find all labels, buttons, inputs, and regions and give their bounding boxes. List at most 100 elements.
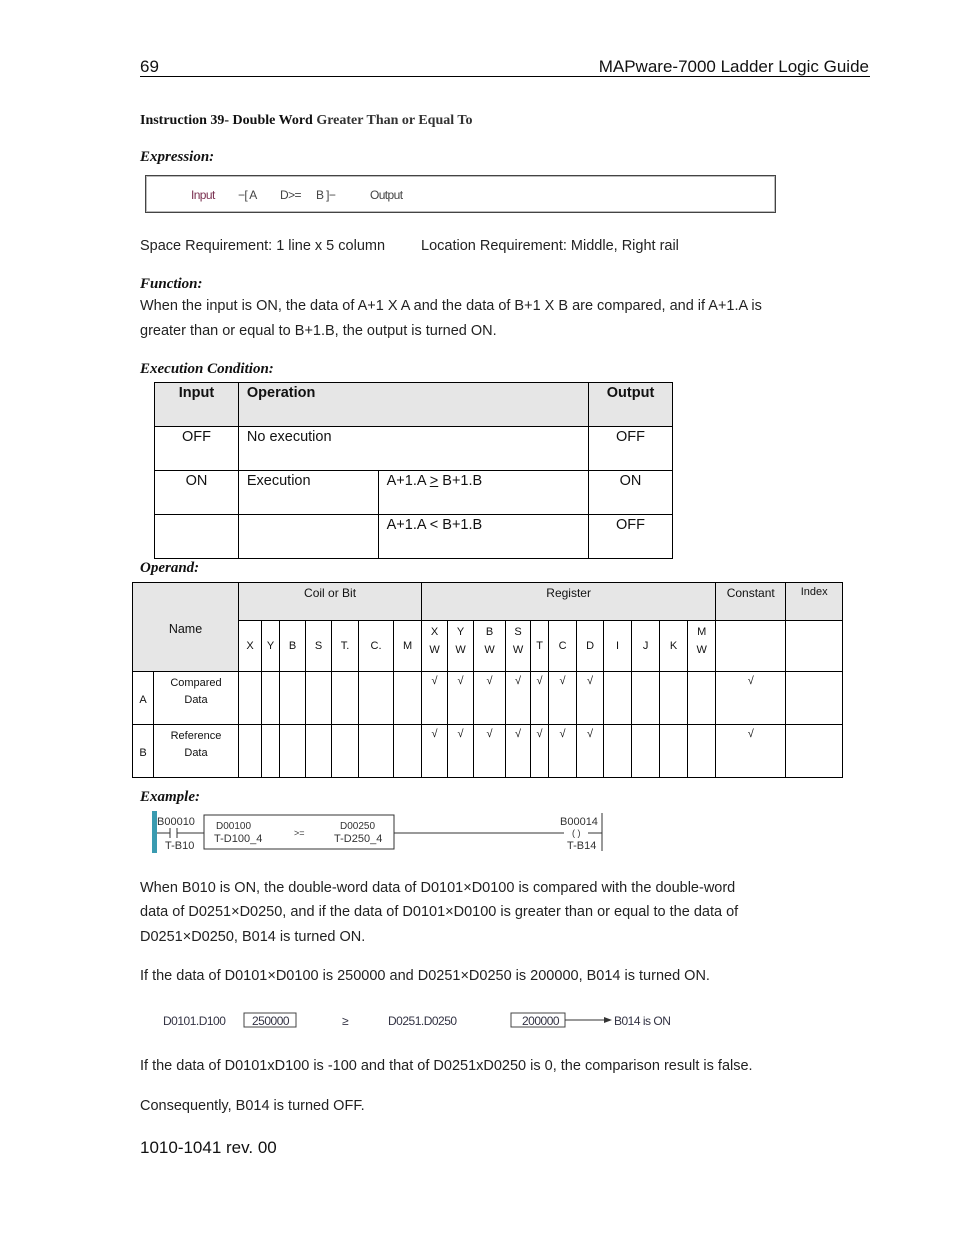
col-index: [785, 620, 844, 672]
instruction-title: Instruction 39- Double Word Greater Than…: [140, 113, 472, 129]
operand-name-line-1: Compared: [170, 677, 222, 689]
operand-column-header-row: X Y B S T. C. M XW YW BW SW T C D I J K …: [133, 620, 844, 672]
register-cell: [631, 671, 661, 725]
header-input: Input: [154, 382, 239, 427]
expression-open-bracket: −[ A: [238, 188, 257, 202]
register-cell: [687, 671, 717, 725]
table-header-row: Input Operation Output: [154, 382, 673, 427]
register-cell: √: [473, 671, 507, 725]
register-cell: [631, 724, 661, 778]
comparison-result: B014 is ON: [614, 1014, 670, 1028]
coil-cell: [279, 671, 306, 725]
coil-cell: [331, 671, 359, 725]
col-coil: M: [392, 620, 423, 672]
register-cell: √: [473, 724, 507, 778]
index-cell: [785, 671, 844, 725]
operand-a-address: D00100: [216, 821, 251, 832]
operand-name-line-2: Data: [184, 694, 208, 706]
compare-operator: >=: [294, 828, 305, 838]
col-coil: S: [305, 620, 332, 672]
register-cell: √: [505, 724, 532, 778]
coil-cell: [261, 671, 280, 725]
register-cell: √: [421, 671, 449, 725]
cell-output: OFF: [588, 514, 673, 559]
cell-condition: A+1.A < B+1.B: [377, 514, 590, 559]
register-cell: √: [548, 671, 578, 725]
operand-row-a: A Compared Data √ √ √ √ √ √ √ √: [132, 671, 844, 725]
col-register: C: [548, 620, 578, 672]
col-register: XW: [421, 620, 449, 672]
table-row: A+1.A < B+1.B OFF: [154, 514, 673, 559]
register-cell: [659, 724, 689, 778]
cell-output: OFF: [588, 426, 673, 471]
example-paragraph-3: If the data of D0101xD100 is -100 and th…: [140, 1058, 753, 1074]
group-constant: Constant: [715, 582, 787, 621]
operand-a-tag: T-D100_4: [214, 833, 262, 845]
col-register: J: [631, 620, 661, 672]
register-cell: √: [447, 671, 475, 725]
col-register-top: X: [430, 626, 439, 638]
col-register: MW: [687, 620, 717, 672]
operand-group-header-row: Name Coil or Bit Register Constant Index: [132, 582, 844, 672]
operand-heading: Operand:: [140, 560, 200, 576]
function-line-1: When the input is ON, the data of A+1 X …: [140, 298, 762, 314]
table-row: ON Execution A+1.A > B+1.B ON: [154, 470, 673, 515]
instruction-title-rest: Greater Than or Equal To: [316, 113, 473, 128]
coil-cell: [358, 724, 394, 778]
coil-cell: [331, 724, 359, 778]
group-index: Index: [785, 582, 844, 621]
col-register-bottom: W: [455, 644, 466, 656]
col-register-bottom: W: [484, 644, 495, 656]
col-register: I: [603, 620, 633, 672]
execution-condition-heading: Execution Condition:: [140, 361, 274, 377]
comparison-diagram: D0101.D100 250000 ≥ D0251.D0250 200000 B…: [163, 1012, 671, 1028]
normally-open-contact-icon: [157, 828, 204, 838]
coil-cell: [238, 671, 262, 725]
col-register: D: [576, 620, 605, 672]
example-paragraph-1-line-2: data of D0251×D0250, and if the data of …: [140, 904, 739, 920]
operand-name-line-2: Data: [184, 747, 208, 759]
ladder-diagram: B00010 T-B10 D00100 T-D100_4 >= D00250 T…: [152, 811, 603, 853]
operand-b-tag: T-D250_4: [334, 833, 382, 845]
cell-operation: Execution: [237, 470, 379, 515]
coil-cell: [261, 724, 280, 778]
coil-cell: [392, 671, 423, 725]
constant-cell: √: [715, 671, 787, 725]
coil-cell: [392, 724, 423, 778]
output-coil-address: B00014: [560, 816, 598, 828]
table-row: OFF No execution OFF: [154, 426, 673, 471]
output-coil-tag: T-B14: [567, 840, 596, 852]
instruction-title-main: Instruction 39- Double Word: [140, 113, 313, 128]
col-register: BW: [473, 620, 507, 672]
example-heading: Example:: [140, 789, 200, 805]
location-requirement: Location Requirement: Middle, Right rail: [421, 238, 679, 254]
coil-cell: [305, 671, 332, 725]
coil-cell: [305, 724, 332, 778]
col-register-top: M: [697, 626, 707, 638]
function-line-2: greater than or equal to B+1.B, the outp…: [140, 323, 497, 339]
operand-key: A: [132, 671, 154, 725]
cell-input: OFF: [154, 426, 239, 471]
group-register: Register: [421, 582, 717, 621]
comparison-operator: ≥: [342, 1014, 349, 1028]
register-cell: [687, 724, 717, 778]
example-paragraph-2: If the data of D0101×D0100 is 250000 and…: [140, 968, 710, 984]
register-cell: [603, 671, 633, 725]
register-cell: [659, 671, 689, 725]
col-register: SW: [505, 620, 532, 672]
function-heading: Function:: [140, 276, 203, 292]
col-register-bottom: W: [696, 644, 707, 656]
left-register-label: D0101.D100: [163, 1014, 226, 1028]
output-coil-icon: ( ): [572, 828, 602, 838]
register-cell: √: [576, 671, 605, 725]
col-constant: [715, 620, 787, 672]
input-contact-tag: T-B10: [165, 840, 194, 852]
col-register-bottom: W: [429, 644, 440, 656]
register-cell: √: [530, 671, 550, 725]
group-coil-or-bit: Coil or Bit: [237, 582, 423, 621]
operand-row-b: B Reference Data √ √ √ √ √ √ √ √: [132, 724, 844, 778]
arrow-right-icon: [565, 1017, 612, 1023]
col-register-top: S: [514, 626, 522, 638]
guide-title: MAPware-7000 Ladder Logic Guide: [598, 57, 869, 76]
header-divider: [140, 76, 870, 77]
